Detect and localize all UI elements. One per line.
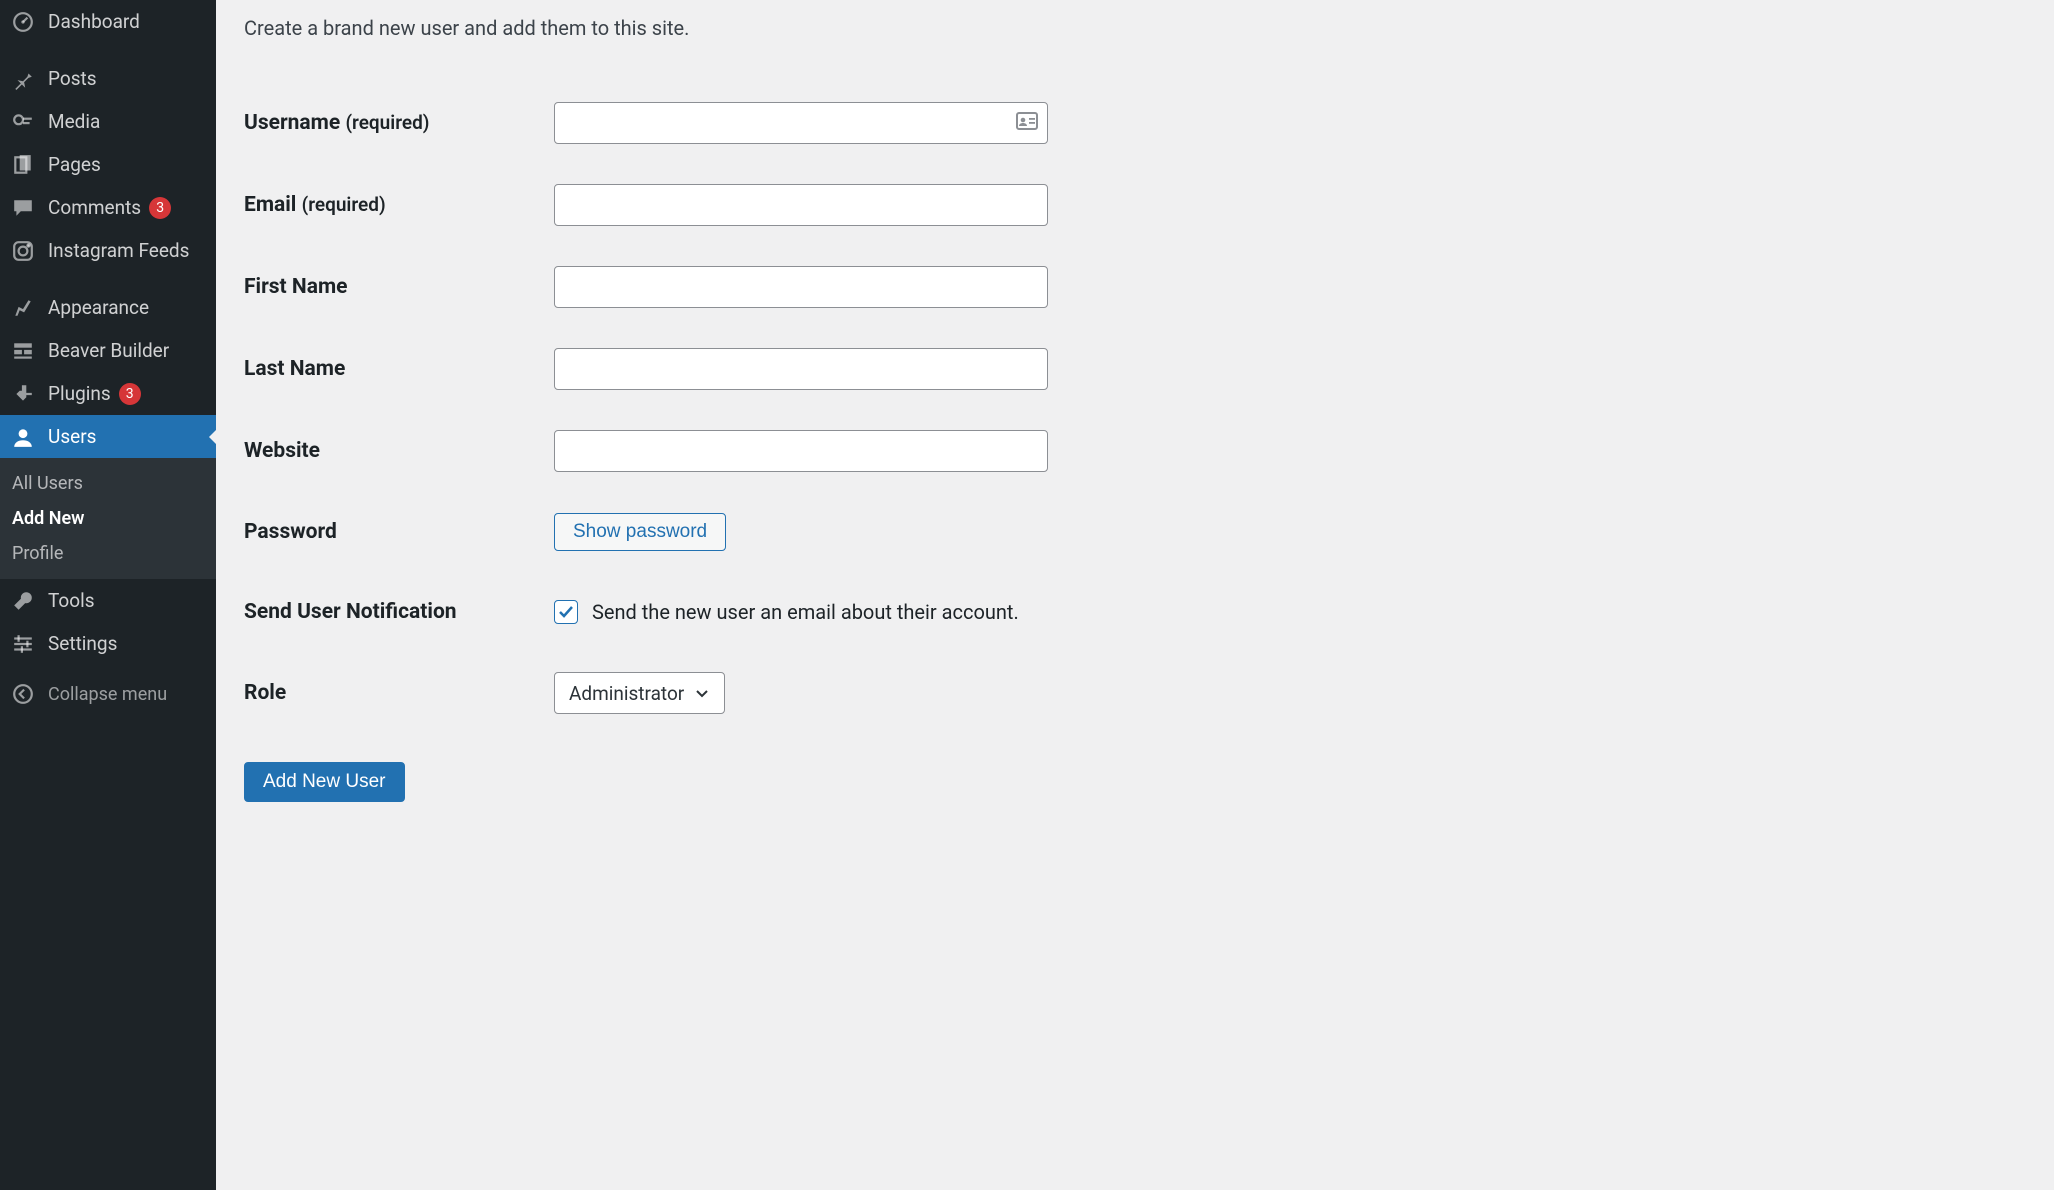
sidebar-item-comments[interactable]: Comments 3 [0,186,216,229]
sidebar-item-posts[interactable]: Posts [0,57,216,100]
page-intro: Create a brand new user and add them to … [244,16,2026,40]
sidebar-item-label: Posts [48,67,97,90]
sidebar-item-instagram-feeds[interactable]: Instagram Feeds [0,229,216,272]
last-name-label: Last Name [244,328,554,410]
website-field[interactable] [554,430,1048,472]
submenu-item-add-new[interactable]: Add New [0,501,216,536]
chevron-down-icon [694,685,710,701]
send-notification-checkbox[interactable] [554,600,578,624]
sidebar-item-label: Pages [48,153,101,176]
sidebar-item-pages[interactable]: Pages [0,143,216,186]
collapse-icon [12,683,34,705]
sidebar-item-label: Appearance [48,296,149,319]
submenu-item-profile[interactable]: Profile [0,536,216,571]
email-field[interactable] [554,184,1048,226]
plugins-badge: 3 [119,383,141,405]
first-name-label: First Name [244,246,554,328]
sidebar-item-appearance[interactable]: Appearance [0,286,216,329]
sidebar-item-media[interactable]: Media [0,100,216,143]
tools-icon [12,590,34,612]
beaver-builder-icon [12,340,34,362]
username-field[interactable] [554,102,1048,144]
sidebar-item-label: Beaver Builder [48,339,169,362]
sidebar-item-label: Plugins [48,382,111,405]
email-label: Email (required) [244,164,554,246]
password-label: Password [244,492,554,572]
sidebar-item-users[interactable]: Users [0,415,216,458]
contact-card-icon [1016,112,1038,134]
appearance-icon [12,297,34,319]
comments-badge: 3 [149,197,171,219]
last-name-field[interactable] [554,348,1048,390]
website-label: Website [244,410,554,492]
sidebar-item-label: Media [48,110,100,133]
notification-description: Send the new user an email about their a… [592,600,1019,624]
sidebar-item-label: Instagram Feeds [48,239,189,262]
users-submenu: All Users Add New Profile [0,458,216,579]
collapse-menu-button[interactable]: Collapse menu [0,673,216,715]
admin-sidebar: Dashboard Posts Media Pages Comments 3 I… [0,0,216,1190]
submenu-item-all-users[interactable]: All Users [0,466,216,501]
main-content: Create a brand new user and add them to … [216,0,2054,1190]
media-icon [12,111,34,133]
add-user-form: Username (required) Email (required) Fir… [244,82,2026,734]
pushpin-icon [12,68,34,90]
sidebar-item-settings[interactable]: Settings [0,622,216,665]
sidebar-item-dashboard[interactable]: Dashboard [0,0,216,43]
collapse-label: Collapse menu [48,684,167,705]
instagram-icon [12,240,34,262]
settings-icon [12,633,34,655]
sidebar-item-tools[interactable]: Tools [0,579,216,622]
sidebar-item-label: Tools [48,589,95,612]
sidebar-item-label: Users [48,425,96,448]
users-icon [12,426,34,448]
first-name-field[interactable] [554,266,1048,308]
role-label: Role [244,652,554,734]
pages-icon [12,154,34,176]
dashboard-icon [12,11,34,33]
plugins-icon [12,383,34,405]
show-password-button[interactable]: Show password [554,513,726,551]
role-selected-value: Administrator [569,682,684,705]
sidebar-item-label: Comments [48,196,141,219]
sidebar-item-label: Settings [48,632,117,655]
sidebar-item-label: Dashboard [48,10,140,33]
sidebar-item-beaver-builder[interactable]: Beaver Builder [0,329,216,372]
comments-icon [12,197,34,219]
sidebar-item-plugins[interactable]: Plugins 3 [0,372,216,415]
notification-label: Send User Notification [244,572,554,652]
username-label: Username (required) [244,82,554,164]
add-new-user-button[interactable]: Add New User [244,762,405,802]
role-select[interactable]: Administrator [554,672,725,714]
